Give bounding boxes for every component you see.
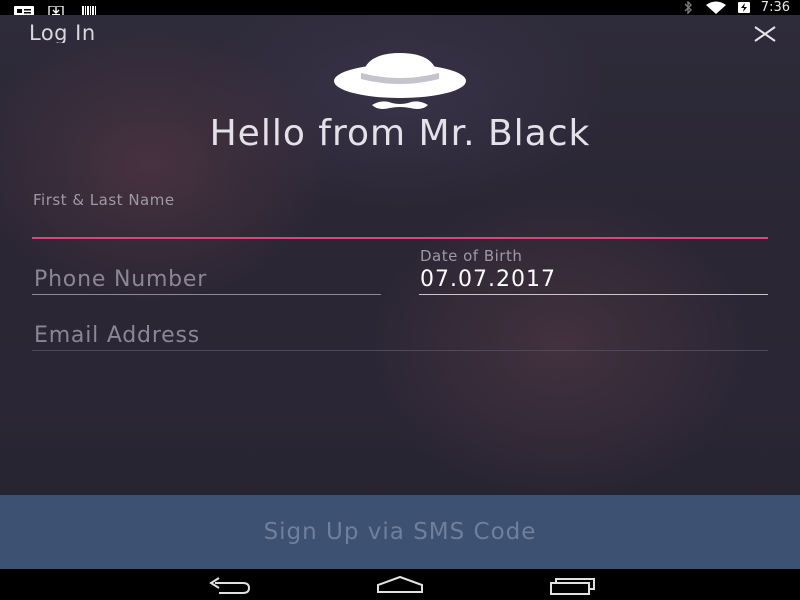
home-button[interactable] xyxy=(375,574,425,596)
navigation-bar xyxy=(0,569,800,600)
name-field-underline xyxy=(32,237,768,239)
home-icon xyxy=(377,575,423,593)
signup-sms-button[interactable]: Sign Up via SMS Code xyxy=(0,495,800,569)
wifi-icon xyxy=(705,1,726,14)
login-link[interactable]: Log In xyxy=(29,21,96,43)
phone-field-underline xyxy=(32,294,381,295)
status-right-icons: 7:36 xyxy=(681,0,790,15)
close-icon xyxy=(754,26,776,42)
recent-apps-button[interactable] xyxy=(547,574,597,596)
dob-field-label: Date of Birth xyxy=(420,247,523,265)
signup-screen: Log In Hello from Mr. Black First & Last… xyxy=(0,15,800,569)
phone-input[interactable] xyxy=(32,260,381,296)
headline: Hello from Mr. Black xyxy=(209,113,591,154)
back-icon xyxy=(209,577,251,594)
mr-black-logo xyxy=(334,47,466,113)
back-button[interactable] xyxy=(205,574,253,596)
battery-charging-icon xyxy=(737,2,750,13)
app-screen: 7:36 Log In Hello from Mr. Black First &… xyxy=(0,0,800,600)
dob-field-underline xyxy=(419,294,768,295)
status-left-icons xyxy=(14,2,114,17)
recent-apps-icon xyxy=(550,578,595,595)
name-input[interactable] xyxy=(32,187,768,239)
status-bar: 7:36 xyxy=(0,0,800,17)
dob-input[interactable]: 07.07.2017 xyxy=(420,267,556,292)
hat-mustache-icon xyxy=(334,53,466,109)
close-button[interactable] xyxy=(752,24,778,44)
email-input[interactable] xyxy=(32,317,768,351)
bluetooth-icon xyxy=(684,1,692,14)
email-field-underline xyxy=(32,350,768,351)
status-time: 7:36 xyxy=(760,0,790,15)
